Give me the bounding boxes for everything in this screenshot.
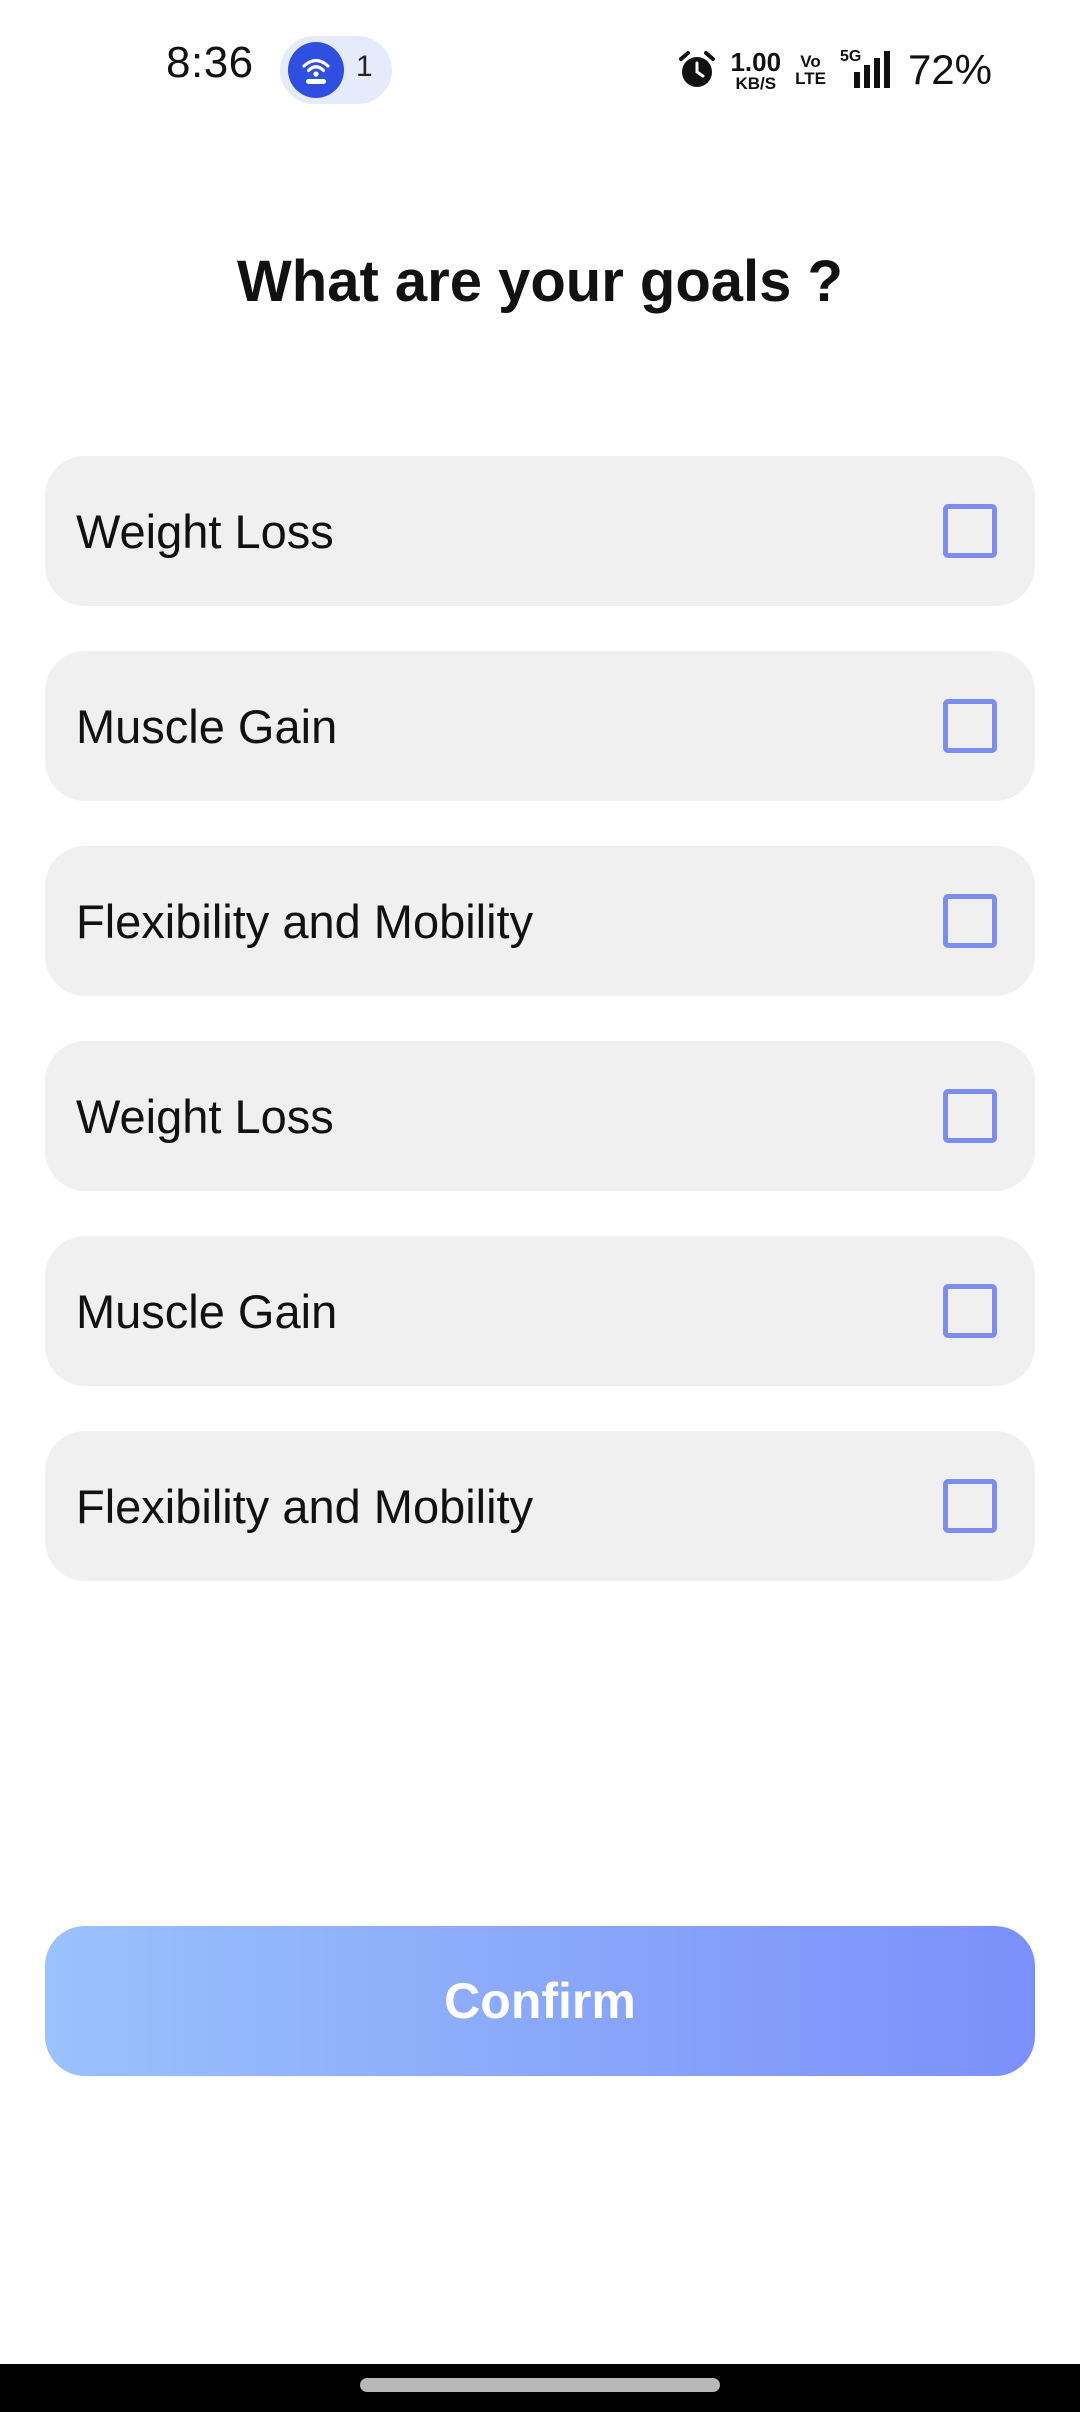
- volte-top: Vo: [800, 52, 821, 71]
- goal-label: Muscle Gain: [76, 1284, 338, 1338]
- status-icons: 1.00 KB/S Vo LTE 5G 72%: [678, 30, 992, 110]
- goal-checkbox[interactable]: [943, 504, 997, 558]
- network-speed: 1.00 KB/S: [730, 49, 781, 92]
- volte-indicator: Vo LTE: [795, 53, 826, 87]
- goal-option[interactable]: Muscle Gain: [45, 1236, 1035, 1386]
- hotspot-count: 1: [356, 50, 373, 83]
- battery-level: 72%: [907, 46, 992, 93]
- goal-label: Flexibility and Mobility: [76, 1479, 534, 1533]
- goal-label: Muscle Gain: [76, 699, 338, 753]
- goal-option[interactable]: Weight Loss: [45, 1041, 1035, 1191]
- goal-option[interactable]: Flexibility and Mobility: [45, 1431, 1035, 1581]
- status-time: 8:36: [166, 38, 254, 87]
- goal-label: Weight Loss: [76, 1089, 334, 1143]
- signal-icon: 5G: [840, 48, 894, 92]
- alarm-icon: [679, 51, 716, 87]
- goal-option[interactable]: Weight Loss: [45, 456, 1035, 606]
- goal-checkbox[interactable]: [943, 1089, 997, 1143]
- goal-checkbox[interactable]: [943, 894, 997, 948]
- network-speed-value: 1.00: [730, 46, 782, 77]
- goal-label: Flexibility and Mobility: [76, 894, 534, 948]
- page-title: What are your goals ?: [237, 249, 843, 314]
- goals-screen: 8:36 1 1.00 KB/S Vo LTE 5G 72% What are …: [0, 0, 1080, 2412]
- volte-bottom: LTE: [795, 69, 826, 88]
- hotspot-icon: [288, 42, 344, 98]
- goal-checkbox[interactable]: [943, 1479, 997, 1533]
- status-bar: 8:36 1 1.00 KB/S Vo LTE 5G 72%: [0, 0, 1080, 140]
- confirm-button[interactable]: Confirm: [45, 1926, 1035, 2076]
- network-speed-unit: KB/S: [735, 73, 777, 93]
- goal-option[interactable]: Flexibility and Mobility: [45, 846, 1035, 996]
- navigation-bar: [0, 2364, 1080, 2412]
- goal-option[interactable]: Muscle Gain: [45, 651, 1035, 801]
- goal-checkbox[interactable]: [943, 1284, 997, 1338]
- hotspot-indicator[interactable]: 1: [280, 36, 392, 104]
- home-indicator[interactable]: [360, 2378, 720, 2392]
- goal-checkbox[interactable]: [943, 699, 997, 753]
- goal-label: Weight Loss: [76, 504, 334, 558]
- goal-list: Weight Loss Muscle Gain Flexibility and …: [45, 456, 1035, 1626]
